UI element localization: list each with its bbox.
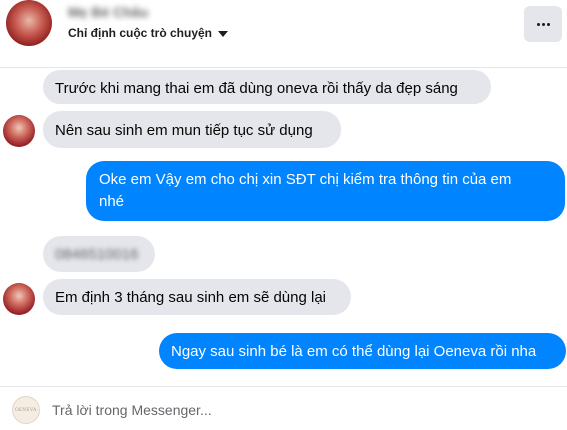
contact-avatar-small[interactable] bbox=[3, 115, 35, 147]
message-text: Nên sau sinh em mun tiếp tục sử dụng bbox=[55, 122, 313, 139]
contact-avatar[interactable] bbox=[6, 0, 52, 46]
caret-down-icon bbox=[218, 31, 229, 37]
incoming-message[interactable]: Em định 3 tháng sau sinh em sẽ dùng lại bbox=[43, 279, 351, 315]
message-text: Ngay sau sinh bé là em có thể dùng lại O… bbox=[171, 343, 537, 360]
page-logo-avatar: OENEVA bbox=[12, 396, 40, 424]
message-text-line: nhé bbox=[99, 193, 125, 210]
message-composer: OENEVA bbox=[0, 386, 567, 430]
conversation-assign-label: Chỉ định cuộc trò chuyện bbox=[68, 26, 213, 40]
contact-avatar-small[interactable] bbox=[3, 283, 35, 315]
message-text: Trước khi mang thai em đã dùng oneva rồi… bbox=[55, 80, 458, 97]
conversation-header: Mẹ Bé Châu Chỉ định cuộc trò chuyện bbox=[0, 0, 567, 68]
outgoing-message[interactable]: Ngay sau sinh bé là em có thể dùng lại O… bbox=[159, 333, 566, 369]
messenger-conversation: Mẹ Bé Châu Chỉ định cuộc trò chuyện Trướ… bbox=[0, 0, 567, 430]
more-options-button[interactable] bbox=[524, 6, 562, 42]
incoming-message[interactable]: 0846510016 bbox=[43, 236, 155, 272]
incoming-message[interactable]: Nên sau sinh em mun tiếp tục sử dụng bbox=[43, 111, 341, 148]
contact-name[interactable]: Mẹ Bé Châu bbox=[68, 4, 148, 20]
incoming-message[interactable]: Trước khi mang thai em đã dùng oneva rồi… bbox=[43, 70, 491, 104]
message-text-line: Oke em Vậy em cho chị xin SĐT chị kiểm t… bbox=[99, 171, 512, 188]
conversation-assign-dropdown[interactable]: Chỉ định cuộc trò chuyện bbox=[68, 25, 229, 41]
more-horizontal-icon bbox=[536, 22, 550, 26]
logo-text: OENEVA bbox=[15, 407, 37, 413]
message-text: Em định 3 tháng sau sinh em sẽ dùng lại bbox=[55, 289, 327, 306]
outgoing-message[interactable]: Oke em Vậy em cho chị xin SĐT chị kiểm t… bbox=[86, 161, 565, 221]
message-text: 0846510016 bbox=[55, 246, 139, 263]
reply-input[interactable] bbox=[52, 400, 552, 420]
